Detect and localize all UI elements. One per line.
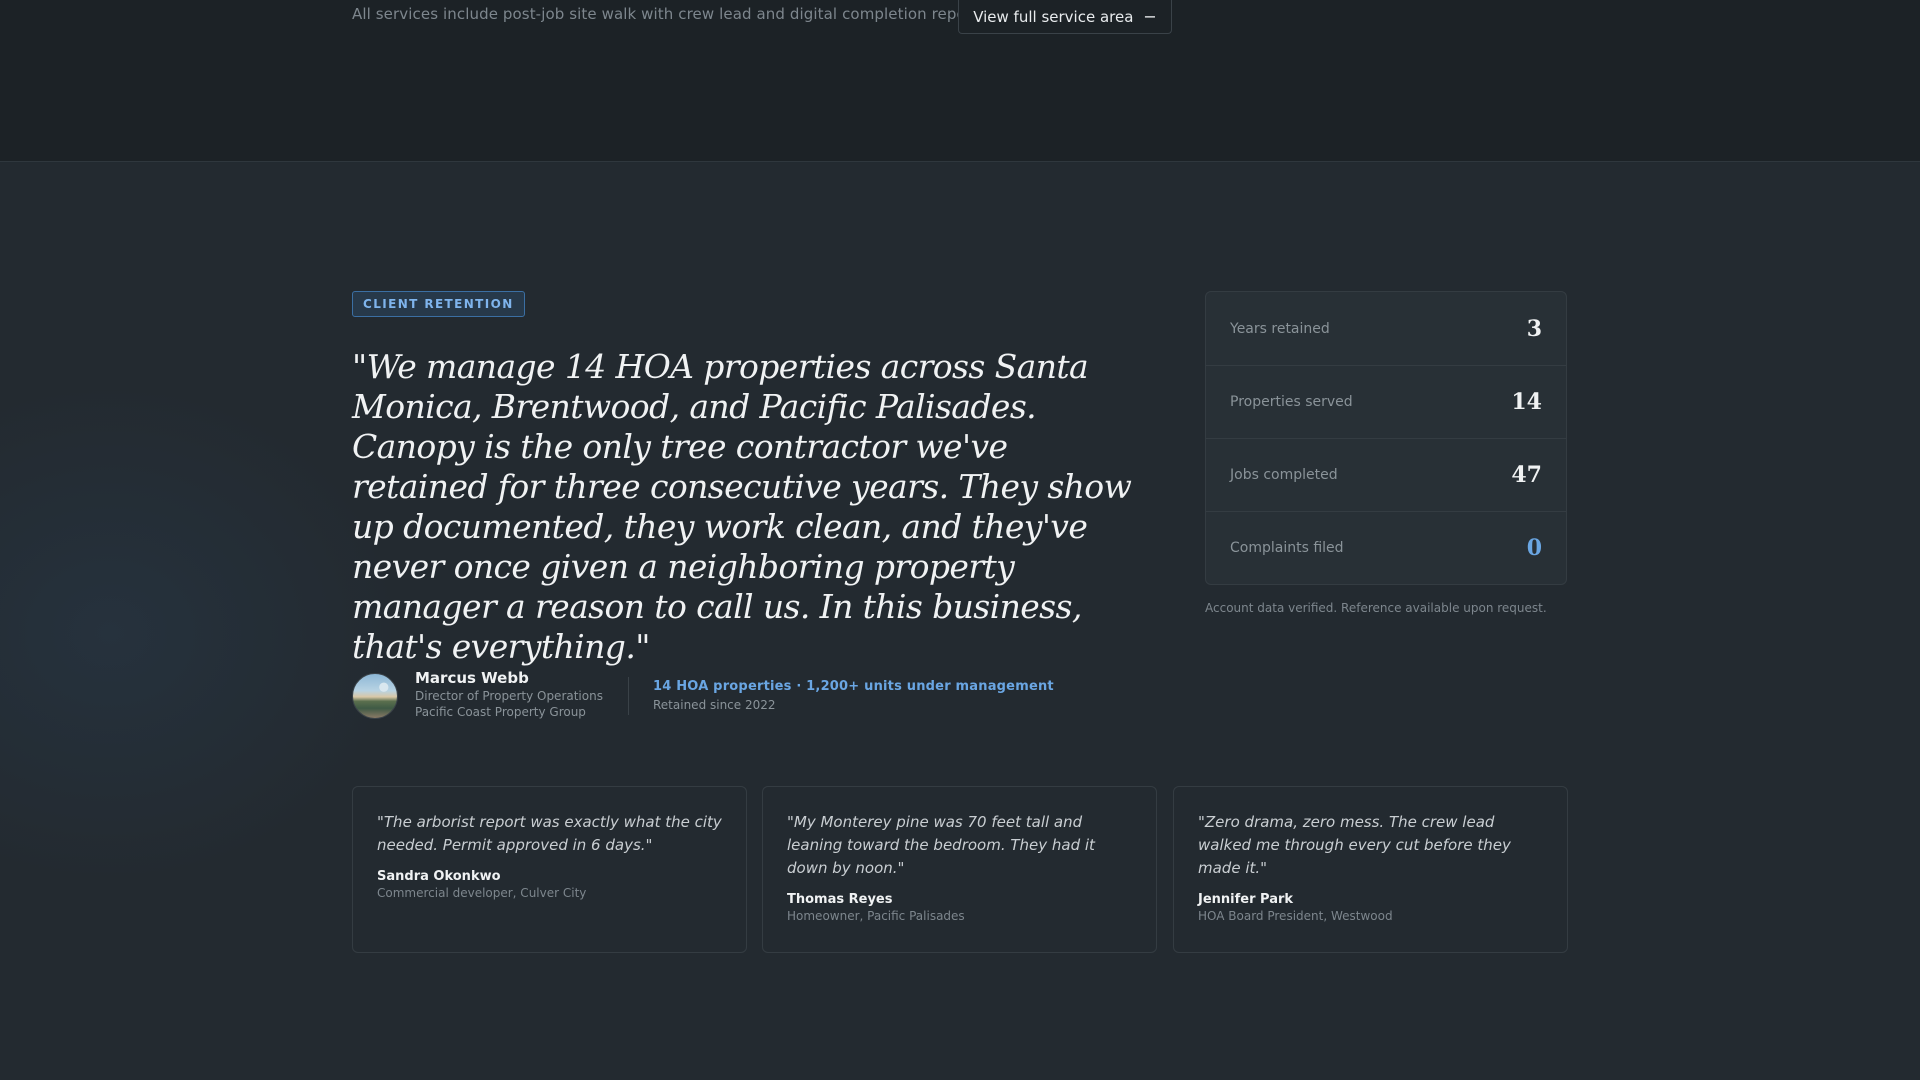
testimonial-role: HOA Board President, Westwood	[1198, 909, 1393, 923]
view-service-area-button[interactable]: View full service area −	[958, 0, 1172, 34]
author-name: Marcus Webb	[415, 669, 529, 687]
stat-row-years: Years retained 3	[1206, 292, 1566, 365]
testimonial-card: "The arborist report was exactly what th…	[352, 786, 747, 953]
stat-value: 3	[1526, 315, 1542, 342]
avatar	[352, 673, 398, 719]
testimonial-role: Homeowner, Pacific Palisades	[787, 909, 965, 923]
testimonial-name: Thomas Reyes	[787, 892, 893, 907]
author-company: Pacific Coast Property Group	[415, 705, 586, 719]
testimonial-name: Sandra Okonkwo	[377, 869, 501, 884]
stat-value: 47	[1511, 462, 1542, 488]
stat-label: Properties served	[1230, 394, 1353, 410]
stat-row-properties: Properties served 14	[1206, 365, 1566, 438]
stat-row-jobs: Jobs completed 47	[1206, 438, 1566, 511]
quote-author: Marcus Webb Director of Property Operati…	[352, 669, 603, 720]
stat-label: Complaints filed	[1230, 540, 1344, 556]
testimonial-cards: "The arborist report was exactly what th…	[352, 786, 1568, 953]
author-text: Marcus Webb Director of Property Operati…	[415, 669, 603, 720]
testimonial-quote: "The arborist report was exactly what th…	[377, 813, 722, 854]
service-button-label: View full service area	[973, 7, 1134, 26]
author-title: Director of Property Operations	[415, 689, 603, 703]
stat-label: Jobs completed	[1230, 467, 1338, 483]
testimonial-name: Jennifer Park	[1198, 892, 1294, 907]
testimonial-card: "Zero drama, zero mess. The crew lead wa…	[1173, 786, 1568, 953]
stats-panel: Years retained 3 Properties served 14 Jo…	[1205, 291, 1567, 585]
top-band: All services include post-job site walk …	[0, 0, 1920, 162]
author-divider	[628, 677, 629, 715]
testimonial-role: Commercial developer, Culver City	[377, 886, 587, 900]
stat-label: Years retained	[1230, 320, 1330, 337]
minus-icon: −	[1143, 6, 1157, 26]
stat-row-complaints: Complaints filed 0	[1206, 511, 1566, 584]
stat-value: 0	[1526, 535, 1542, 561]
stats-note: Account data verified. Reference availab…	[1205, 601, 1547, 615]
testimonial-card: "My Monterey pine was 70 feet tall and l…	[762, 786, 1157, 953]
author-retained: Retained since 2022	[653, 698, 776, 712]
featured-quote: "We manage 14 HOA properties across Sant…	[352, 347, 1132, 666]
section-badge: CLIENT RETENTION	[352, 291, 525, 317]
testimonial-quote: "My Monterey pine was 70 feet tall and l…	[787, 813, 1095, 877]
service-note: All services include post-job site walk …	[352, 5, 983, 23]
stat-value: 14	[1511, 389, 1542, 415]
testimonial-quote: "Zero drama, zero mess. The crew lead wa…	[1198, 813, 1511, 877]
author-portfolio: 14 HOA properties · 1,200+ units under m…	[653, 679, 1054, 694]
author-meta: 14 HOA properties · 1,200+ units under m…	[653, 678, 1054, 714]
